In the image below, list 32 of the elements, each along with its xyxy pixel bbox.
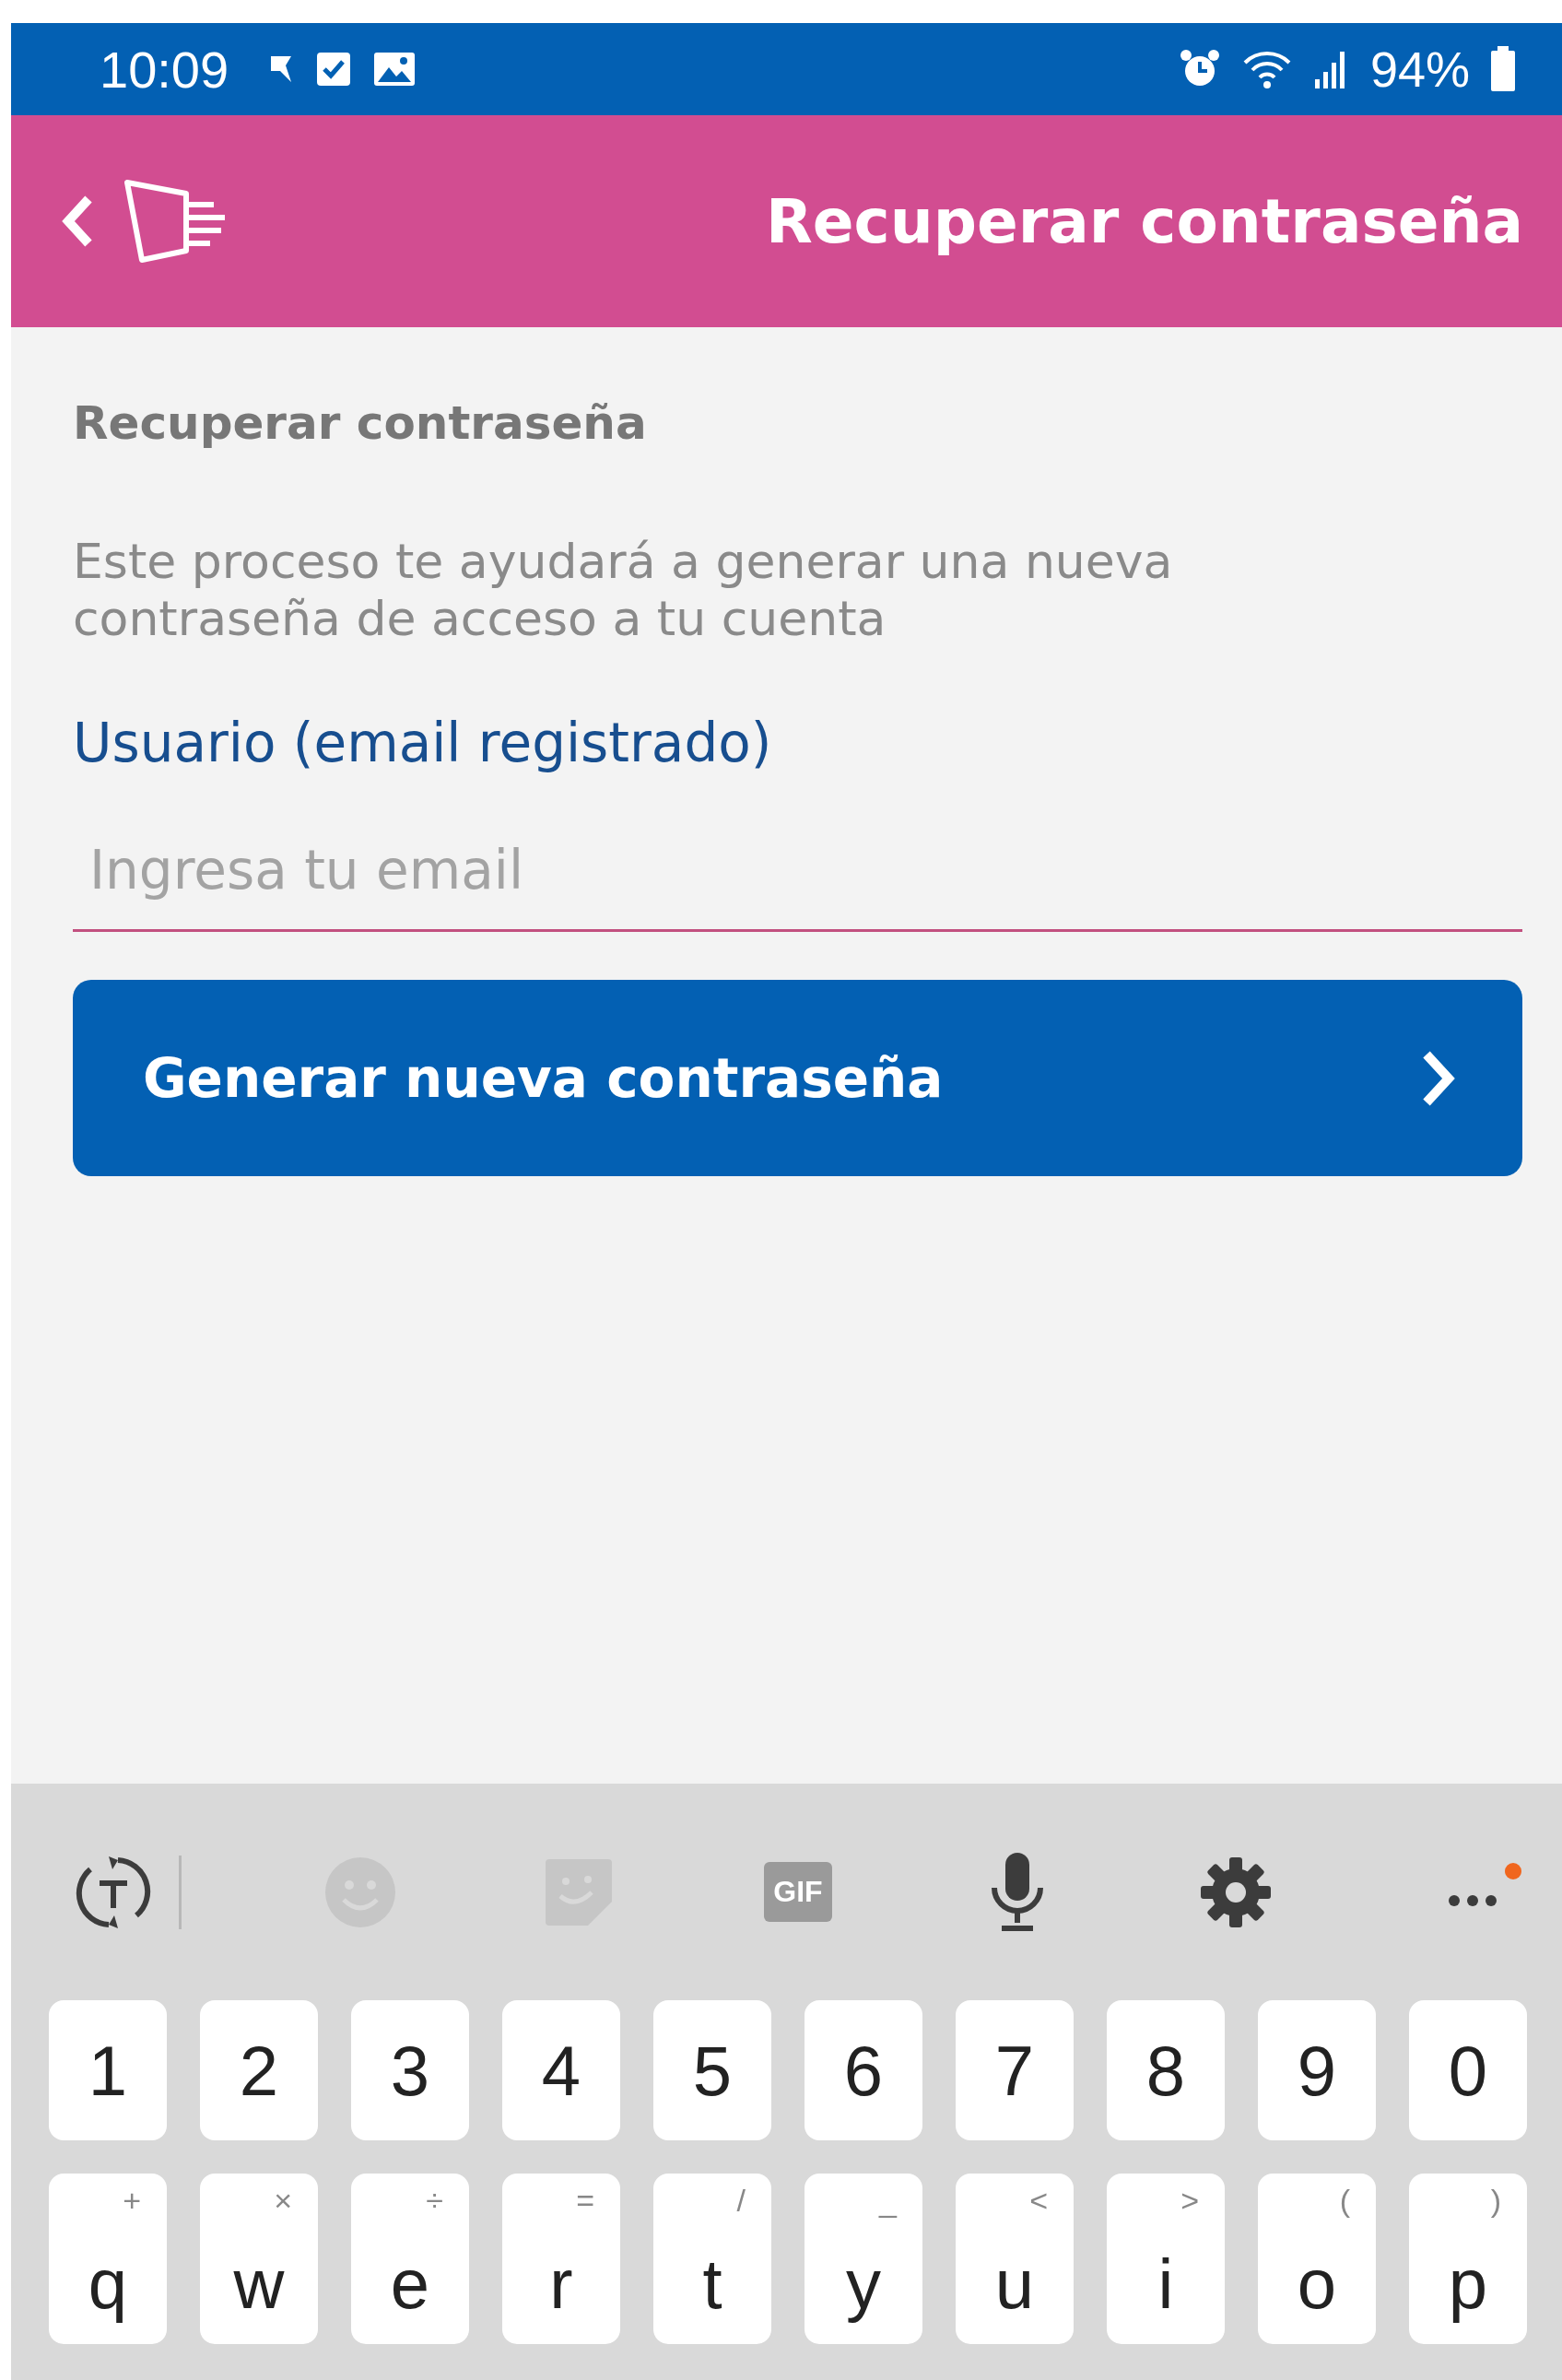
keyboard-key[interactable]: 5 bbox=[653, 2000, 771, 2140]
keyboard-key[interactable]: / t bbox=[653, 2174, 771, 2344]
keyboard-key[interactable]: 2 bbox=[200, 2000, 318, 2140]
keyboard-key[interactable]: 7 bbox=[956, 2000, 1074, 2140]
settings-icon[interactable] bbox=[1199, 1855, 1274, 1929]
checkbox-icon bbox=[315, 51, 353, 88]
description-text: Este proceso te ayudará a generar una nueva contraseña de acceso a tu cuenta bbox=[73, 533, 1174, 647]
keyboard-key[interactable]: 0 bbox=[1409, 2000, 1527, 2140]
keyboard-key[interactable]: > i bbox=[1107, 2174, 1225, 2344]
keyboard-key[interactable]: = r bbox=[502, 2174, 620, 2344]
keyboard-key[interactable]: _ y bbox=[804, 2174, 922, 2344]
keyboard-key[interactable]: 3 bbox=[351, 2000, 469, 2140]
keyboard-key[interactable]: 6 bbox=[804, 2000, 922, 2140]
section-heading: Recuperar contraseña bbox=[73, 396, 647, 450]
battery-icon bbox=[1490, 46, 1516, 92]
keyboard-key[interactable]: + q bbox=[49, 2174, 167, 2344]
keyboard-key[interactable]: 9 bbox=[1258, 2000, 1376, 2140]
keyboard-key[interactable]: 1 bbox=[49, 2000, 167, 2140]
keyboard-key[interactable]: ( o bbox=[1258, 2174, 1376, 2344]
battery-percent: 94% bbox=[1369, 41, 1470, 98]
keyboard-key[interactable]: ) p bbox=[1409, 2174, 1527, 2344]
keyboard-key[interactable]: × w bbox=[200, 2174, 318, 2344]
keyboard-key[interactable]: 4 bbox=[502, 2000, 620, 2140]
screen-title: Recuperar contraseña bbox=[766, 185, 1523, 257]
field-label: Usuario (email registrado) bbox=[73, 712, 772, 774]
keyboard-key[interactable]: < u bbox=[956, 2174, 1074, 2344]
keyboard-key[interactable]: 8 bbox=[1107, 2000, 1225, 2140]
clock: 10:09 bbox=[100, 39, 229, 100]
image-icon bbox=[372, 51, 417, 88]
keyboard-key[interactable]: ÷ e bbox=[351, 2174, 469, 2344]
generate-password-button[interactable]: Generar nueva contraseña bbox=[73, 980, 1522, 1176]
email-input-field[interactable]: Ingresa tu email bbox=[73, 811, 1522, 932]
